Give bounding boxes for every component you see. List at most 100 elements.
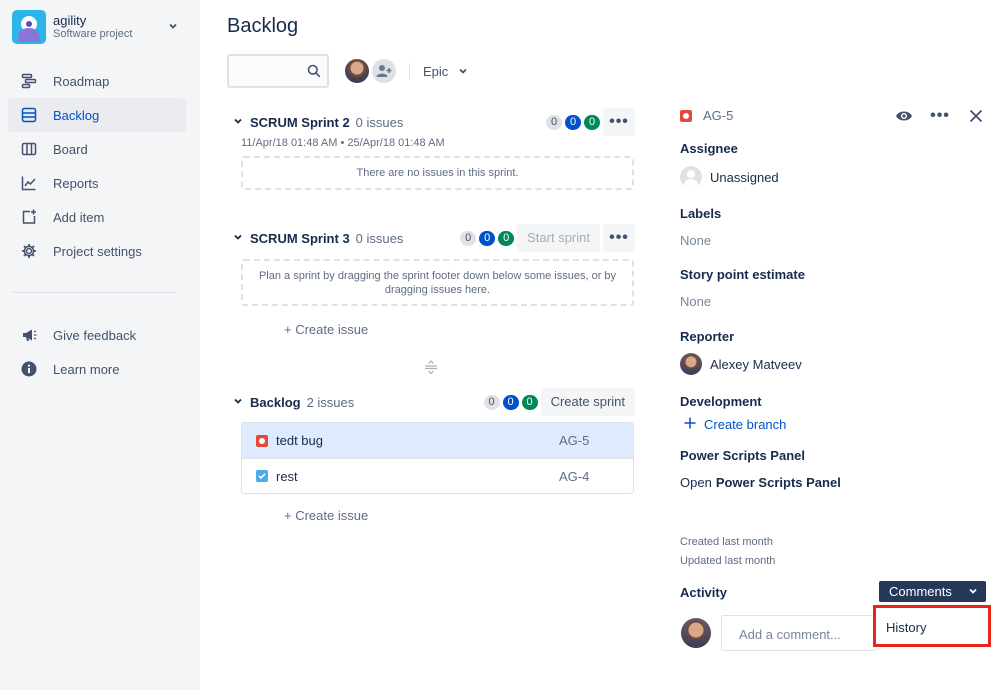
open-power-scripts-link[interactable]: Open Power Scripts Panel: [680, 475, 841, 490]
todo-count-badge: 0: [460, 230, 477, 246]
page-title: Backlog: [227, 15, 299, 37]
chevron-down-icon: [458, 64, 468, 79]
activity-filter-select[interactable]: Comments: [879, 581, 986, 602]
updated-date: Updated last month: [680, 555, 776, 567]
issue-summary: tedt bug: [276, 433, 323, 448]
backlog-icon: [20, 106, 38, 124]
backlog-name: Backlog: [250, 394, 301, 410]
more-actions-icon[interactable]: •••: [922, 104, 958, 128]
backlog-issue-count: 2 issues: [306, 394, 355, 410]
sidebar-item-board[interactable]: Board: [8, 132, 186, 166]
status-badges: 0 0 0: [483, 394, 538, 410]
sidebar-item-give-feedback[interactable]: Give feedback: [8, 318, 186, 352]
sidebar-item-reports[interactable]: Reports: [8, 166, 186, 200]
task-checkbox-icon: [256, 470, 268, 482]
table-row[interactable]: rest AG-4: [242, 458, 633, 493]
labels-label: Labels: [680, 206, 722, 221]
reporter-field[interactable]: Alexey Matveev: [680, 353, 802, 375]
power-scripts-label: Power Scripts Panel: [680, 448, 805, 463]
sidebar-item-label: Give feedback: [53, 327, 137, 343]
sidebar-item-label: Roadmap: [53, 73, 110, 89]
sidebar-item-label: Reports: [53, 175, 99, 191]
roadmap-icon: [20, 72, 38, 90]
avatar[interactable]: [343, 57, 371, 85]
more-actions-button[interactable]: •••: [603, 224, 635, 252]
sidebar-item-add-item[interactable]: Add item: [8, 200, 186, 234]
done-count-badge: 0: [498, 230, 515, 246]
sidebar-item-project-settings[interactable]: Project settings: [8, 234, 186, 268]
development-label: Development: [680, 394, 762, 409]
watch-eye-icon[interactable]: [886, 104, 922, 128]
sidebar-item-label: Project settings: [53, 243, 142, 259]
sidebar-item-learn-more[interactable]: Learn more: [8, 352, 186, 386]
more-actions-button[interactable]: •••: [603, 108, 635, 136]
chevron-down-icon[interactable]: [233, 116, 243, 129]
sidebar-item-label: Learn more: [53, 361, 120, 377]
add-item-icon: [20, 208, 38, 226]
unassigned-avatar-icon: [680, 166, 702, 188]
activity-filter-value: Comments: [889, 584, 952, 599]
sprint-name: SCRUM Sprint 3: [250, 230, 350, 246]
story-points-label: Story point estimate: [680, 267, 805, 282]
sidebar-item-roadmap[interactable]: Roadmap: [8, 64, 186, 98]
search-icon: [307, 64, 321, 81]
project-switcher[interactable]: agility Software project: [12, 10, 188, 44]
table-row[interactable]: tedt bug AG-5: [242, 423, 633, 458]
epic-filter[interactable]: Epic: [423, 64, 468, 79]
avatar: [681, 618, 711, 648]
assignee-field[interactable]: Unassigned: [680, 166, 779, 188]
info-icon: [20, 360, 38, 378]
avatar: [680, 353, 702, 375]
project-type: Software project: [53, 27, 133, 40]
sidebar: agility Software project Roadmap Backlog…: [0, 0, 200, 690]
sidebar-item-label: Backlog: [53, 107, 100, 123]
assignee-label: Assignee: [680, 141, 738, 156]
chevron-down-icon[interactable]: [168, 21, 178, 34]
sprint-header[interactable]: SCRUM Sprint 3 0 issues 0 0 0 Start spri…: [233, 224, 635, 252]
done-count-badge: 0: [584, 114, 600, 130]
start-sprint-button[interactable]: Start sprint: [517, 224, 600, 252]
story-points-value[interactable]: None: [680, 294, 711, 309]
project-name: agility: [53, 12, 87, 28]
create-issue-button[interactable]: + Create issue: [284, 322, 368, 337]
todo-count-badge: 0: [546, 114, 562, 130]
create-sprint-button[interactable]: Create sprint: [540, 388, 635, 416]
close-icon[interactable]: [958, 104, 994, 128]
created-date: Created last month: [680, 536, 773, 548]
in-progress-count-badge: 0: [565, 114, 581, 130]
chevron-down-icon[interactable]: [233, 232, 243, 245]
sidebar-item-label: Board: [53, 141, 88, 157]
todo-count-badge: 0: [483, 394, 500, 410]
done-count-badge: 0: [521, 394, 538, 410]
comment-input[interactable]: Add a comment...: [721, 615, 875, 651]
filter-divider: [409, 63, 410, 79]
project-nav: Roadmap Backlog Board Reports Add item P…: [8, 64, 186, 386]
status-badges: 0 0 0: [546, 114, 600, 130]
sprint-empty-dropzone[interactable]: There are no issues in this sprint.: [241, 156, 634, 190]
history-option[interactable]: History: [886, 620, 926, 635]
chevron-down-icon: [968, 584, 978, 599]
issue-detail-panel: AG-5 ••• Assignee Unassigned Labels None…: [680, 0, 998, 690]
status-badges: 0 0 0: [460, 230, 515, 246]
sprint-header[interactable]: SCRUM Sprint 2 0 issues 0 0 0 •••: [233, 108, 635, 136]
backlog-header[interactable]: Backlog 2 issues 0 0 0 Create sprint: [233, 388, 635, 416]
sprint-issue-count: 0 issues: [355, 230, 404, 246]
search-input[interactable]: [227, 54, 329, 88]
bug-icon: [256, 434, 268, 447]
chevron-down-icon[interactable]: [233, 396, 243, 409]
activity-filter-dropdown: History: [873, 605, 991, 647]
create-issue-button[interactable]: + Create issue: [284, 508, 368, 523]
issue-key: AG-5: [703, 108, 734, 123]
project-avatar: [12, 10, 46, 44]
issue-key-link[interactable]: AG-5: [680, 108, 733, 123]
add-people-icon[interactable]: [370, 57, 398, 85]
sprint-issue-count: 0 issues: [355, 114, 404, 130]
drag-handle-icon[interactable]: [424, 360, 438, 377]
sprint-empty-dropzone[interactable]: Plan a sprint by dragging the sprint foo…: [241, 259, 634, 306]
sprint-dates: 11/Apr/18 01:48 AM • 25/Apr/18 01:48 AM: [241, 137, 445, 149]
labels-value[interactable]: None: [680, 233, 711, 248]
create-branch-link[interactable]: Create branch: [680, 417, 786, 432]
megaphone-icon: [20, 326, 38, 344]
sidebar-item-backlog[interactable]: Backlog: [8, 98, 186, 132]
open-prefix: Open: [680, 475, 712, 490]
